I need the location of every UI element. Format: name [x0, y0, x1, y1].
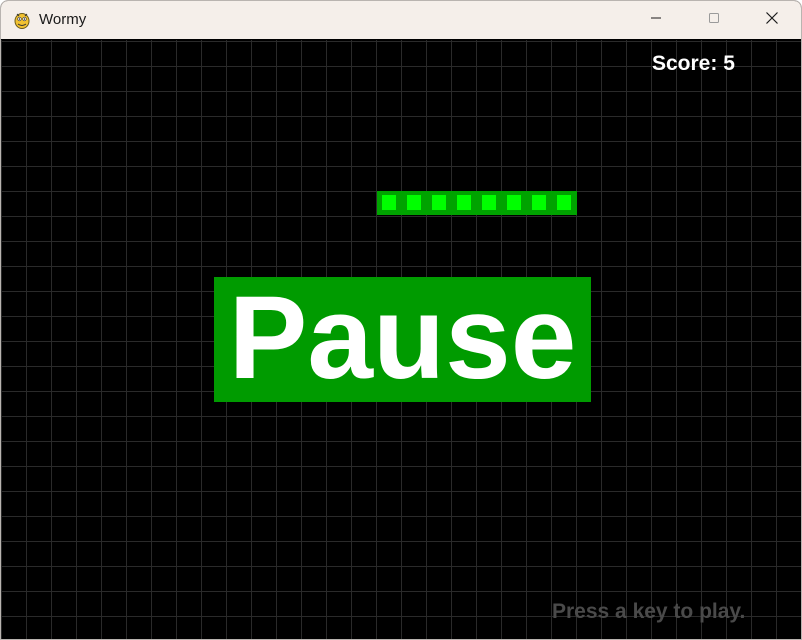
pygame-snake-icon — [12, 10, 32, 30]
worm-segment — [377, 191, 402, 215]
worm-segment — [502, 191, 527, 215]
worm-segment — [527, 191, 552, 215]
pause-title: Pause — [228, 271, 577, 404]
minimize-button[interactable] — [627, 1, 685, 39]
window-title: Wormy — [39, 11, 87, 28]
score-label: Score: 5 — [652, 52, 735, 75]
pause-overlay: Pause — [214, 277, 591, 402]
minimize-icon — [650, 11, 662, 29]
worm — [377, 191, 577, 215]
worm-segment — [427, 191, 452, 215]
worm-head — [552, 191, 577, 215]
maximize-icon — [708, 11, 720, 29]
close-button[interactable] — [743, 1, 801, 39]
game-canvas[interactable]: Score: 5 Pause Press a key to play. — [1, 40, 801, 639]
press-key-prompt: Press a key to play. — [552, 600, 746, 623]
game-window: Wormy Score: 5 Pause Press a key to play… — [0, 0, 802, 640]
worm-segment — [477, 191, 502, 215]
worm-segment — [402, 191, 427, 215]
worm-segment — [452, 191, 477, 215]
close-icon — [765, 11, 779, 30]
title-bar[interactable]: Wormy — [1, 1, 801, 39]
maximize-button[interactable] — [685, 1, 743, 39]
